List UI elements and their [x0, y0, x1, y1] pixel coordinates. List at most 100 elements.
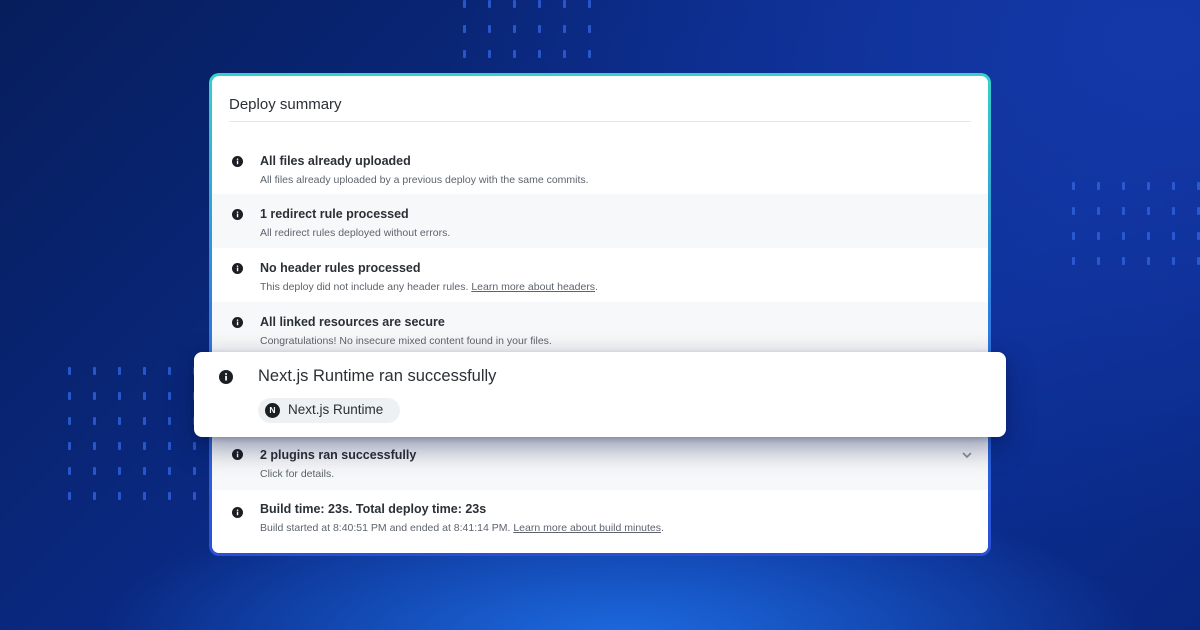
- summary-item: All linked resources are secure Congratu…: [212, 302, 988, 356]
- decorative-dot: [1122, 257, 1125, 265]
- decorative-dot: [1172, 232, 1175, 240]
- decorative-dot: [1072, 232, 1075, 240]
- decorative-dot: [118, 392, 121, 400]
- item-title: 1 redirect rule processed: [260, 207, 409, 221]
- decorative-dot: [118, 492, 121, 500]
- decorative-dot: [168, 392, 171, 400]
- info-icon: [232, 317, 243, 328]
- item-title: No header rules processed: [260, 261, 421, 275]
- decorative-dot: [1172, 257, 1175, 265]
- plugin-pill[interactable]: N Next.js Runtime: [258, 398, 400, 423]
- item-title: 2 plugins ran successfully: [260, 448, 417, 462]
- decorative-dot: [563, 0, 566, 8]
- chevron-down-icon[interactable]: [962, 450, 972, 460]
- decorative-dot: [93, 492, 96, 500]
- item-subtitle-suffix: .: [661, 522, 664, 534]
- decorative-dot: [168, 492, 171, 500]
- decorative-dot: [513, 25, 516, 33]
- decorative-dot: [488, 0, 491, 8]
- decorative-dot: [538, 0, 541, 8]
- decorative-dot: [68, 367, 71, 375]
- summary-item: Build time: 23s. Total deploy time: 23s …: [212, 490, 988, 544]
- decorative-dot: [1172, 207, 1175, 215]
- decorative-dot: [1072, 207, 1075, 215]
- summary-item: No header rules processed This deploy di…: [212, 248, 988, 302]
- decorative-dot: [143, 467, 146, 475]
- decorative-dot: [118, 417, 121, 425]
- divider: [229, 121, 971, 122]
- decorative-dot: [118, 467, 121, 475]
- decorative-dot: [1122, 232, 1125, 240]
- item-subtitle-text: This deploy did not include any header r…: [260, 281, 469, 293]
- item-subtitle: Congratulations! No insecure mixed conte…: [260, 335, 552, 347]
- decorative-dot: [588, 25, 591, 33]
- decorative-dot: [93, 417, 96, 425]
- decorative-dot: [488, 50, 491, 58]
- decorative-dot: [513, 50, 516, 58]
- decorative-dot: [118, 442, 121, 450]
- decorative-dot: [1147, 257, 1150, 265]
- info-icon: [232, 449, 243, 460]
- item-subtitle-text: Build started at 8:40:51 PM and ended at…: [260, 522, 511, 534]
- decorative-dot: [1147, 232, 1150, 240]
- decorative-dot: [68, 392, 71, 400]
- decorative-dot: [538, 50, 541, 58]
- decorative-dot: [93, 467, 96, 475]
- decorative-dot: [1122, 207, 1125, 215]
- decorative-dot: [588, 0, 591, 8]
- decorative-dot: [588, 50, 591, 58]
- dot-pattern-right: [1072, 182, 1200, 265]
- decorative-dot: [513, 0, 516, 8]
- decorative-dot: [1147, 182, 1150, 190]
- highlight-title: Next.js Runtime ran successfully: [258, 367, 497, 385]
- decorative-dot: [1097, 207, 1100, 215]
- decorative-dot: [193, 467, 196, 475]
- decorative-dot: [143, 417, 146, 425]
- decorative-dot: [488, 25, 491, 33]
- item-title: All files already uploaded: [260, 154, 411, 168]
- decorative-dot: [143, 392, 146, 400]
- decorative-dot: [193, 492, 196, 500]
- dot-pattern-top: [463, 0, 591, 83]
- learn-more-build-minutes-link[interactable]: Learn more about build minutes: [513, 522, 661, 534]
- decorative-dot: [193, 442, 196, 450]
- decorative-dot: [168, 467, 171, 475]
- decorative-dot: [168, 442, 171, 450]
- decorative-dot: [168, 417, 171, 425]
- plugins-item[interactable]: 2 plugins ran successfully Click for det…: [212, 436, 988, 490]
- decorative-dot: [1072, 257, 1075, 265]
- nextjs-runtime-highlight: Next.js Runtime ran successfully N Next.…: [194, 352, 1006, 437]
- item-title: Build time: 23s. Total deploy time: 23s: [260, 502, 487, 516]
- item-title: All linked resources are secure: [260, 315, 445, 329]
- info-icon: [219, 370, 233, 384]
- decorative-dot: [563, 25, 566, 33]
- decorative-dot: [1122, 182, 1125, 190]
- nextjs-logo-icon: N: [265, 403, 280, 418]
- info-icon: [232, 507, 243, 518]
- decorative-dot: [168, 367, 171, 375]
- decorative-dot: [93, 442, 96, 450]
- decorative-dot: [1097, 182, 1100, 190]
- decorative-dot: [118, 367, 121, 375]
- learn-more-headers-link[interactable]: Learn more about headers: [471, 281, 595, 293]
- deploy-summary-card: Deploy summary All files already uploade…: [209, 73, 991, 556]
- decorative-dot: [143, 492, 146, 500]
- item-subtitle: All redirect rules deployed without erro…: [260, 227, 451, 239]
- info-icon: [232, 209, 243, 220]
- item-subtitle: Click for details.: [260, 468, 335, 480]
- decorative-dot: [68, 442, 71, 450]
- decorative-dot: [68, 467, 71, 475]
- decorative-dot: [1097, 232, 1100, 240]
- decorative-dot: [93, 367, 96, 375]
- decorative-dot: [538, 25, 541, 33]
- decorative-dot: [563, 50, 566, 58]
- decorative-dot: [1097, 257, 1100, 265]
- summary-item: 1 redirect rule processed All redirect r…: [212, 194, 988, 248]
- item-subtitle: All files already uploaded by a previous…: [260, 174, 589, 186]
- decorative-dot: [463, 0, 466, 8]
- decorative-dot: [1147, 207, 1150, 215]
- decorative-dot: [1172, 182, 1175, 190]
- decorative-dot: [143, 367, 146, 375]
- dot-pattern-left: [68, 367, 196, 500]
- decorative-dot: [93, 392, 96, 400]
